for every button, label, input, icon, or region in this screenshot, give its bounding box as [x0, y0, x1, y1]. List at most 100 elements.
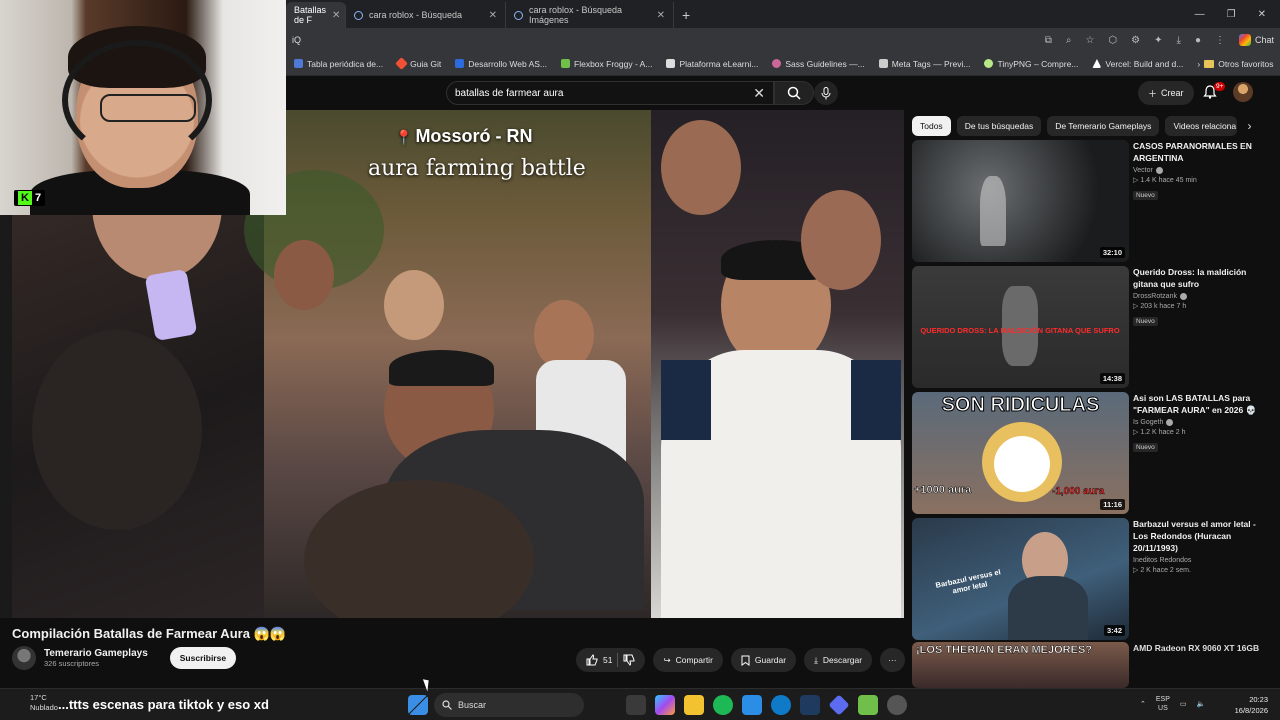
- folder-icon: [1204, 59, 1215, 68]
- bookmark-item[interactable]: Vercel: Build and d...: [1092, 59, 1183, 69]
- weather-widget[interactable]: 17°C Nublado: [30, 693, 58, 713]
- install-icon[interactable]: ⧉: [1045, 35, 1052, 46]
- video-duration: 14:38: [1099, 373, 1125, 384]
- volume-icon[interactable]: 🔈: [1197, 700, 1206, 708]
- video-thumbnail[interactable]: QUERIDO DROSS: LA MALDICIÓN GITANA QUE S…: [912, 266, 1129, 388]
- video-title[interactable]: Barbazul versus el amor letal - Los Redo…: [1133, 518, 1268, 554]
- verified-icon: [1155, 167, 1163, 174]
- new-badge: Nuevo: [1133, 191, 1158, 200]
- vscode-icon[interactable]: [742, 695, 762, 715]
- channel-name[interactable]: Ineditos Redondos: [1133, 557, 1191, 564]
- clear-icon[interactable]: ✕: [753, 85, 765, 102]
- tab-cara-roblox-images[interactable]: cara roblox - Búsqueda Imágenes ✕: [506, 2, 674, 28]
- search-button[interactable]: [774, 81, 814, 105]
- obs-icon[interactable]: [887, 695, 907, 715]
- search-icon: [514, 10, 523, 20]
- channel-avatar[interactable]: [12, 646, 36, 670]
- app-diamond-icon[interactable]: [828, 694, 850, 716]
- create-button[interactable]: ＋ Crear: [1138, 81, 1194, 105]
- video-thumbnail[interactable]: 32:10: [912, 140, 1129, 262]
- close-icon[interactable]: ✕: [332, 10, 340, 21]
- task-view-icon[interactable]: [626, 695, 646, 715]
- recommended-video[interactable]: Barbazul versus el amor letal 3:42 Barba…: [912, 518, 1272, 640]
- recommended-video[interactable]: SON RIDICULAS +1000 aura -1,000 aura 11:…: [912, 392, 1272, 514]
- minecraft-icon[interactable]: [858, 695, 878, 715]
- spotify-icon[interactable]: [713, 695, 733, 715]
- file-explorer-icon[interactable]: [684, 695, 704, 715]
- video-title[interactable]: Asi son LAS BATALLAS para "FARMEAR AURA"…: [1133, 392, 1268, 416]
- bookmark-item[interactable]: Meta Tags — Previ...: [878, 59, 970, 69]
- bookmark-star-icon[interactable]: ☆: [1085, 35, 1094, 46]
- url-field[interactable]: iQ: [292, 35, 301, 45]
- bookmark-item[interactable]: TinyPNG – Compre...: [984, 59, 1078, 69]
- video-title[interactable]: AMD Radeon RX 9060 XT 16GB: [1133, 642, 1268, 654]
- network-icon[interactable]: ▭: [1180, 700, 1187, 708]
- extension-icon[interactable]: ⬡: [1108, 35, 1117, 46]
- recommended-video[interactable]: 32:10 CASOS PARANORMALES EN ARGENTINA Ve…: [912, 140, 1272, 262]
- tab-batallas[interactable]: Batallas de F ✕: [286, 2, 346, 28]
- more-actions-button[interactable]: ···: [880, 648, 905, 672]
- maximize-icon[interactable]: ❐: [1227, 9, 1236, 20]
- bookmark-item[interactable]: Desarrollo Web AS...: [455, 59, 547, 69]
- like-count: 51: [603, 655, 613, 665]
- chevron-up-icon[interactable]: ⌃: [1140, 700, 1146, 708]
- clock[interactable]: 20:23 16/8/2026: [1226, 694, 1268, 716]
- video-title[interactable]: CASOS PARANORMALES EN ARGENTINA: [1133, 140, 1268, 164]
- save-button[interactable]: Guardar: [730, 648, 797, 672]
- search-input[interactable]: batallas de farmear aura ✕: [446, 81, 774, 105]
- video-title: Compilación Batallas de Farmear Aura 😱😱: [12, 626, 286, 641]
- system-tray: ⌃ ESP US ▭ 🔈: [1140, 695, 1205, 713]
- share-button[interactable]: ↪ Compartir: [653, 648, 723, 672]
- recommended-video[interactable]: ¡LOS THERIAN ERAN MEJORES? AMD Radeon RX…: [912, 642, 1272, 688]
- tab-cara-roblox[interactable]: cara roblox - Búsqueda ✕: [346, 2, 506, 28]
- minimize-icon[interactable]: —: [1195, 9, 1205, 20]
- channel-name[interactable]: DrossRotzank: [1133, 293, 1177, 300]
- bookmark-item[interactable]: Guia Git: [395, 57, 441, 70]
- video-thumbnail[interactable]: Barbazul versus el amor letal 3:42: [912, 518, 1129, 640]
- video-thumbnail[interactable]: ¡LOS THERIAN ERAN MEJORES?: [912, 642, 1129, 688]
- thumbs-down-icon[interactable]: [623, 654, 635, 666]
- chevron-right-icon: ›: [1197, 58, 1201, 69]
- other-bookmarks[interactable]: › Otros favoritos: [1197, 59, 1273, 69]
- close-icon[interactable]: ✕: [657, 10, 665, 21]
- window-controls: — ❐ ✕: [1181, 0, 1280, 28]
- extensions-icon[interactable]: ✦: [1154, 35, 1162, 46]
- downloads-icon[interactable]: ⤓: [1177, 35, 1181, 46]
- chip-todos[interactable]: Todos: [912, 116, 951, 136]
- channel-name[interactable]: Is Gogeth: [1133, 419, 1163, 426]
- close-icon[interactable]: ✕: [489, 10, 497, 21]
- recommended-video[interactable]: QUERIDO DROSS: LA MALDICIÓN GITANA QUE S…: [912, 266, 1272, 388]
- settings-icon[interactable]: ⚙: [1131, 35, 1140, 46]
- chat-button[interactable]: Chat: [1238, 34, 1274, 46]
- lens-icon[interactable]: ⌕: [1066, 35, 1072, 46]
- bookmark-item[interactable]: Flexbox Froggy - A...: [561, 59, 652, 69]
- video-title[interactable]: Querido Dross: la maldición gitana que s…: [1133, 266, 1268, 290]
- voice-search-button[interactable]: [814, 81, 838, 105]
- taskbar-search[interactable]: Buscar: [434, 693, 584, 717]
- visual-studio-icon[interactable]: [800, 695, 820, 715]
- bookmark-item[interactable]: Sass Guidelines —...: [772, 59, 865, 69]
- chip-related[interactable]: Videos relaciona: [1165, 116, 1238, 136]
- channel-name[interactable]: Temerario Gameplays: [44, 648, 148, 659]
- copilot-icon[interactable]: [655, 695, 675, 715]
- chip-channel[interactable]: De Temerario Gameplays: [1047, 116, 1160, 136]
- chat-label: Chat: [1254, 35, 1274, 45]
- subscribe-button[interactable]: Suscribirse: [169, 647, 237, 669]
- account-avatar[interactable]: [1233, 82, 1253, 102]
- video-thumbnail[interactable]: SON RIDICULAS +1000 aura -1,000 aura 11:…: [912, 392, 1129, 514]
- close-window-icon[interactable]: ✕: [1258, 9, 1266, 20]
- other-bookmarks-label: Otros favoritos: [1218, 58, 1274, 69]
- new-tab-button[interactable]: +: [674, 2, 698, 28]
- edge-icon[interactable]: [771, 695, 791, 715]
- bookmark-item[interactable]: Plataforma eLearni...: [666, 59, 758, 69]
- menu-icon[interactable]: ⋮: [1215, 35, 1225, 46]
- download-button[interactable]: ⤓ Descargar: [804, 648, 873, 672]
- channel-name[interactable]: Vector: [1133, 167, 1153, 174]
- language-indicator[interactable]: ESP US: [1156, 695, 1170, 713]
- windows-start-icon[interactable]: [408, 695, 428, 715]
- chevron-right-icon[interactable]: ›: [1243, 119, 1251, 133]
- bookmark-item[interactable]: Tabla periódica de...: [294, 59, 383, 69]
- profile-icon[interactable]: ●: [1195, 35, 1201, 46]
- like-button[interactable]: 51: [586, 654, 612, 666]
- chip-searches[interactable]: De tus búsquedas: [956, 116, 1042, 136]
